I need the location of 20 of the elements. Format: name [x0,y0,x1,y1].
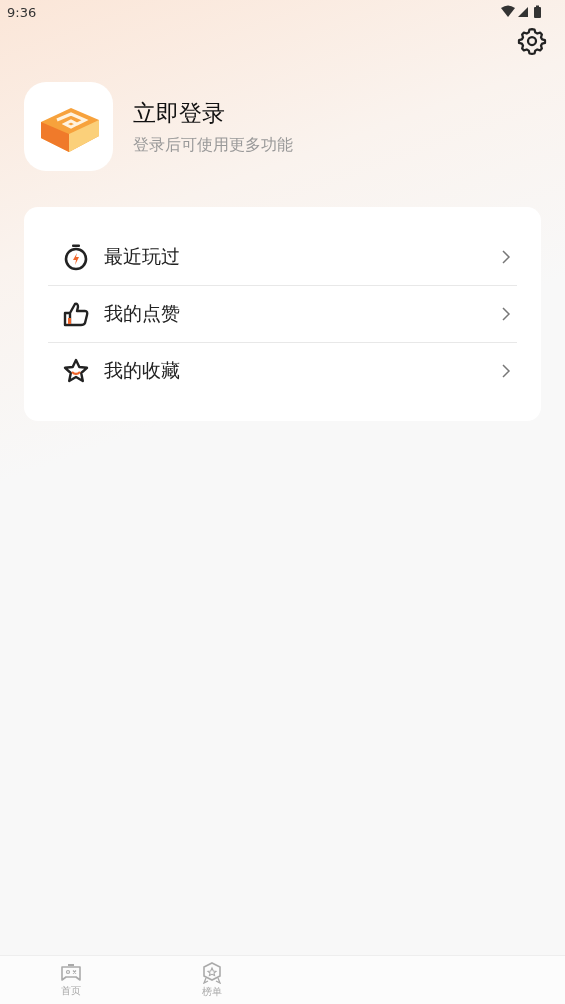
stopwatch-icon [62,243,90,271]
menu-item[interactable]: 最近玩过 [48,229,517,285]
menu-label: 我的点赞 [104,301,181,326]
nav-label: 榜单 [201,984,222,999]
star-icon [62,357,90,385]
chevron-right-icon [501,306,511,322]
chevron-right-icon [501,363,511,379]
menu-label: 最近玩过 [104,244,181,269]
login-title[interactable]: 立即登录 [133,97,293,129]
menu-item[interactable]: 我的点赞 [48,286,517,342]
status-time: 9:36 [7,4,37,20]
settings-icon[interactable] [517,26,547,56]
nav-label: 首页 [60,983,81,998]
medal-icon [200,961,223,984]
menu-label: 我的收藏 [104,358,181,383]
menu-item[interactable]: 我的收藏 [48,343,517,399]
gamepad-icon [59,962,82,983]
thumbs-up-icon [62,300,90,328]
chevron-right-icon [501,249,511,265]
login-subtitle: 登录后可使用更多功能 [133,134,293,156]
